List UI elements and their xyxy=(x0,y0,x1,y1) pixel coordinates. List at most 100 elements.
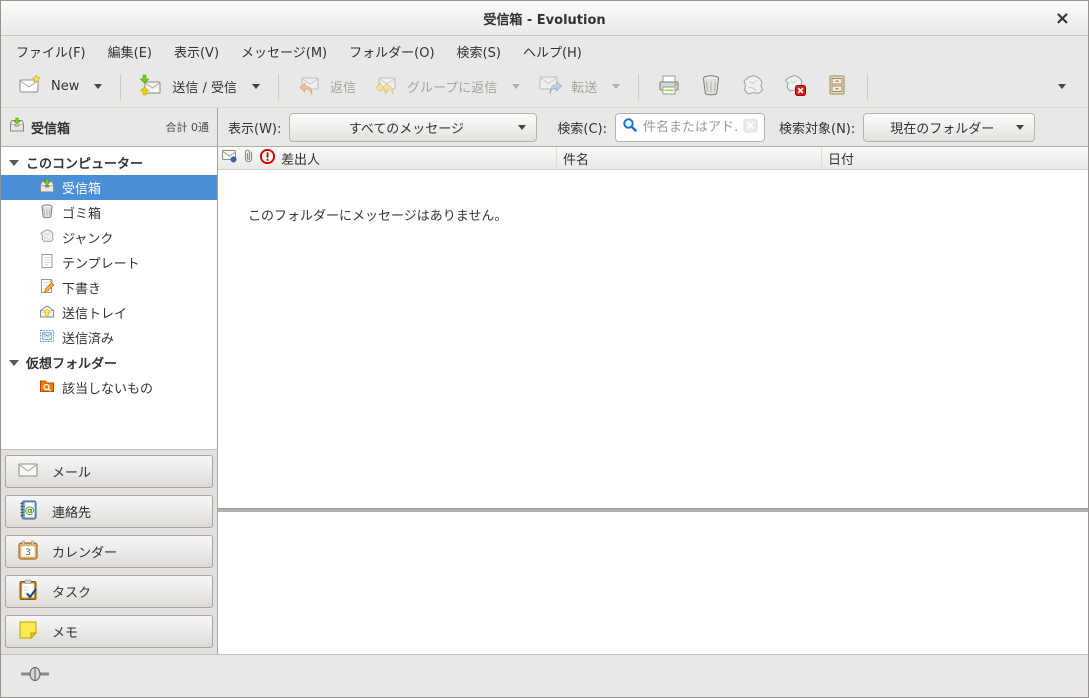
new-button-label: New xyxy=(51,79,79,94)
mail-icon xyxy=(17,459,39,485)
titlebar: 受信箱 - Evolution × xyxy=(1,1,1088,36)
window-title: 受信箱 - Evolution xyxy=(483,9,605,28)
search-folder-icon xyxy=(39,378,55,398)
menu-message[interactable]: メッセージ(M) xyxy=(230,36,338,66)
junk-icon xyxy=(39,228,55,248)
column-subject[interactable]: 件名 xyxy=(557,147,822,169)
preview-pane xyxy=(218,512,1088,654)
folder-templates[interactable]: テンプレート xyxy=(1,250,217,275)
chevron-down-icon xyxy=(1058,84,1066,89)
toolbar-separator xyxy=(120,74,121,100)
column-from[interactable]: 差出人 xyxy=(218,147,557,169)
print-icon xyxy=(657,73,681,101)
not-junk-icon xyxy=(783,73,807,101)
junk-icon xyxy=(741,73,765,101)
print-button[interactable] xyxy=(648,68,690,106)
folder-header: 受信箱 合計 0通 xyxy=(1,108,218,146)
attachment-icon xyxy=(243,148,254,168)
search-scope-dropdown[interactable]: 現在のフォルダー xyxy=(863,113,1035,142)
view-filter-dropdown[interactable]: すべてのメッセージ xyxy=(289,113,537,142)
expander-icon[interactable] xyxy=(9,160,19,166)
switcher-contacts[interactable]: @ 連絡先 xyxy=(5,495,213,528)
folder-inbox[interactable]: 受信箱 xyxy=(1,175,217,200)
folder-label: 送信トレイ xyxy=(62,303,127,322)
send-receive-icon xyxy=(139,73,163,101)
menu-help[interactable]: ヘルプ(H) xyxy=(512,36,593,66)
message-area: 差出人 件名 日付 このフォルダーにメッセージはありません。 xyxy=(218,147,1088,654)
component-switcher: メール @ 連絡先 3 カレンダー タスク メモ xyxy=(1,449,217,654)
archive-button[interactable] xyxy=(816,68,858,106)
folder-label: 送信済み xyxy=(62,328,114,347)
trash-icon xyxy=(39,203,55,223)
menu-file[interactable]: ファイル(F) xyxy=(5,36,97,66)
search-input[interactable] xyxy=(643,120,738,135)
group-reply-button[interactable]: グループに返信 xyxy=(365,68,529,106)
reply-button[interactable]: 返信 xyxy=(288,68,365,106)
menu-folder[interactable]: フォルダー(O) xyxy=(338,36,445,66)
toolbar-overflow-button[interactable] xyxy=(1044,76,1080,97)
folder-trash[interactable]: ゴミ箱 xyxy=(1,200,217,225)
tasks-icon xyxy=(17,579,39,605)
column-subject-label: 件名 xyxy=(563,149,589,168)
switcher-calendar[interactable]: 3 カレンダー xyxy=(5,535,213,568)
switcher-label: メール xyxy=(52,462,91,481)
switcher-mail[interactable]: メール xyxy=(5,455,213,488)
chevron-down-icon[interactable] xyxy=(512,84,520,89)
folder-unmatched[interactable]: 該当しないもの xyxy=(1,375,217,400)
outbox-icon xyxy=(39,303,55,323)
reply-icon xyxy=(297,73,321,101)
send-receive-label: 送信 / 受信 xyxy=(172,77,237,96)
group-reply-label: グループに返信 xyxy=(407,77,497,96)
search-icon xyxy=(622,117,638,137)
menu-view[interactable]: 表示(V) xyxy=(163,36,230,66)
folder-group-label: 仮想フォルダー xyxy=(26,353,117,372)
contacts-icon: @ xyxy=(17,499,39,525)
switcher-tasks[interactable]: タスク xyxy=(5,575,213,608)
forward-button[interactable]: 転送 xyxy=(529,68,629,106)
svg-text:@: @ xyxy=(25,505,35,516)
message-list[interactable]: このフォルダーにメッセージはありません。 xyxy=(218,170,1088,508)
reply-label: 返信 xyxy=(330,77,356,96)
folder-drafts[interactable]: 下書き xyxy=(1,275,217,300)
switcher-label: メモ xyxy=(52,622,78,641)
delete-button[interactable] xyxy=(690,68,732,106)
current-folder-title: 受信箱 xyxy=(31,118,70,137)
filter-row: 受信箱 合計 0通 表示(W): すべてのメッセージ 検索(C): 検索対象(N… xyxy=(1,108,1088,147)
chevron-down-icon[interactable] xyxy=(612,84,620,89)
folder-sent[interactable]: 送信済み xyxy=(1,325,217,350)
folder-junk[interactable]: ジャンク xyxy=(1,225,217,250)
junk-button[interactable] xyxy=(732,68,774,106)
column-date[interactable]: 日付 xyxy=(822,147,1088,169)
folder-outbox[interactable]: 送信トレイ xyxy=(1,300,217,325)
menu-edit[interactable]: 編集(E) xyxy=(97,36,163,66)
switcher-memos[interactable]: メモ xyxy=(5,615,213,648)
forward-label: 転送 xyxy=(571,77,597,96)
send-receive-button[interactable]: 送信 / 受信 xyxy=(130,68,269,106)
menu-search[interactable]: 検索(S) xyxy=(446,36,512,66)
close-button[interactable]: × xyxy=(1049,1,1076,35)
not-junk-button[interactable] xyxy=(774,68,816,106)
clear-search-icon[interactable] xyxy=(743,118,758,137)
calendar-icon: 3 xyxy=(17,539,39,565)
new-message-button[interactable]: New xyxy=(9,68,111,106)
inbox-icon xyxy=(9,117,25,137)
svg-text:3: 3 xyxy=(25,548,31,558)
folder-group-search-folders[interactable]: 仮想フォルダー xyxy=(1,350,217,375)
online-status-icon[interactable] xyxy=(21,666,49,686)
chevron-down-icon[interactable] xyxy=(252,84,260,89)
sidebar: このコンピューター 受信箱 ゴミ箱 ジャンク テンプレート xyxy=(1,147,218,654)
folder-group-this-computer[interactable]: このコンピューター xyxy=(1,150,217,175)
memo-icon xyxy=(17,619,39,645)
trash-icon xyxy=(699,73,723,101)
group-reply-icon xyxy=(374,73,398,101)
forward-icon xyxy=(538,73,562,101)
main-area: このコンピューター 受信箱 ゴミ箱 ジャンク テンプレート xyxy=(1,147,1088,654)
search-label: 検索(C): xyxy=(557,118,607,137)
message-count: 合計 0通 xyxy=(166,119,210,135)
chevron-down-icon[interactable] xyxy=(94,84,102,89)
folder-tree: このコンピューター 受信箱 ゴミ箱 ジャンク テンプレート xyxy=(1,147,217,449)
switcher-label: タスク xyxy=(52,582,91,601)
switcher-label: カレンダー xyxy=(52,542,117,561)
folder-label: テンプレート xyxy=(62,253,140,272)
expander-icon[interactable] xyxy=(9,360,19,366)
